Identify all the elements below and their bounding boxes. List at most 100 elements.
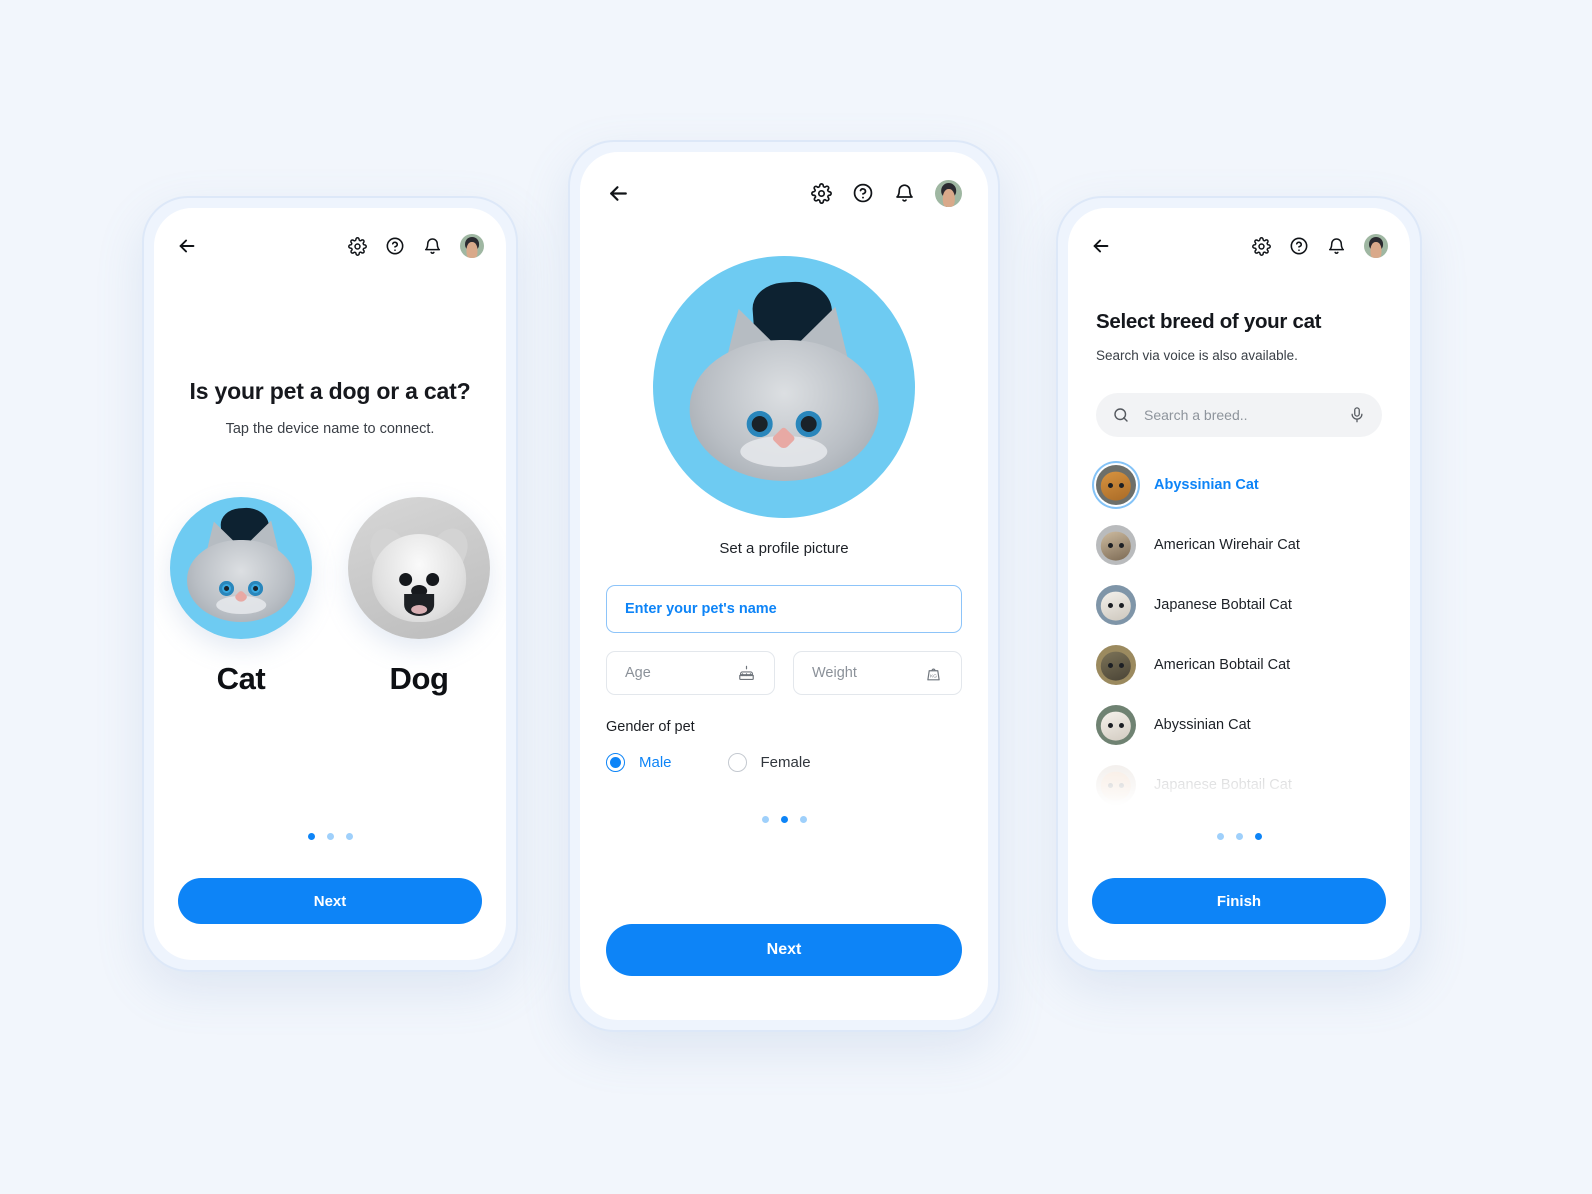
breed-list-item[interactable]: American Bobtail Cat: [1096, 635, 1382, 695]
gear-icon[interactable]: [348, 236, 367, 256]
dog-photo: [348, 497, 490, 639]
phone-screen-2: Set a profile picture KG: [568, 140, 1000, 1032]
screen-1-content: Is your pet a dog or a cat? Tap the devi…: [154, 208, 506, 960]
cat-photo[interactable]: [653, 256, 915, 518]
profile-picture-caption: Set a profile picture: [719, 540, 849, 557]
weight-input[interactable]: [812, 665, 916, 681]
question-circle-icon[interactable]: [385, 236, 405, 256]
screen-3-body: Select breed of your cat Search via voic…: [1068, 310, 1410, 815]
breed-name: Abyssinian Cat: [1154, 717, 1251, 733]
pet-option-label: Dog: [389, 661, 449, 696]
breed-name: Abyssinian Cat: [1154, 477, 1259, 493]
phone-screen-3: Select breed of your cat Search via voic…: [1056, 196, 1422, 972]
pagination-dot[interactable]: [307, 833, 315, 840]
screen-2-topbar-actions: [811, 179, 962, 207]
pagination-dot[interactable]: [761, 816, 769, 823]
pagination-dot[interactable]: [326, 833, 334, 840]
breed-name: American Wirehair Cat: [1154, 537, 1300, 553]
breed-thumbnail-icon: [1096, 525, 1136, 565]
screen-2-topbar: [580, 152, 988, 234]
pet-name-field[interactable]: [606, 585, 962, 633]
profile-picture-wrap: [606, 256, 962, 518]
back-icon[interactable]: [606, 181, 631, 206]
pagination-dots: [1092, 833, 1386, 840]
breed-list-item[interactable]: American Wirehair Cat: [1096, 515, 1382, 575]
pagination-dots: [606, 816, 962, 823]
weight-kg-icon: KG: [924, 664, 943, 683]
avatar[interactable]: [460, 234, 484, 258]
screen-3-footer: Finish: [1068, 833, 1410, 960]
pet-option-dog[interactable]: Dog: [348, 497, 490, 697]
age-input[interactable]: [625, 665, 729, 681]
gender-option-male[interactable]: Male: [606, 753, 672, 772]
pagination-dot[interactable]: [345, 833, 353, 840]
pagination-dot[interactable]: [799, 816, 807, 823]
gear-icon[interactable]: [1252, 236, 1271, 256]
screen-1-topbar: [154, 208, 506, 284]
pet-option-label: Cat: [216, 661, 266, 696]
phone-screen-1: Is your pet a dog or a cat? Tap the devi…: [142, 196, 518, 972]
gender-label: Gender of pet: [606, 719, 695, 735]
screen-1-body: Is your pet a dog or a cat? Tap the devi…: [154, 378, 506, 697]
search-icon: [1112, 406, 1130, 424]
search-breed-bar[interactable]: [1096, 393, 1382, 437]
breed-thumbnail-icon: [1096, 585, 1136, 625]
breed-list-item[interactable]: Japanese Bobtail Cat: [1096, 575, 1382, 635]
screen-3-topbar: [1068, 208, 1410, 284]
pet-option-cat[interactable]: Cat: [170, 497, 312, 697]
question-circle-icon[interactable]: [1289, 236, 1309, 256]
pagination-dot[interactable]: [1254, 833, 1262, 840]
breed-list-item[interactable]: Japanese Bobtail Cat: [1096, 755, 1382, 815]
page-title: Select breed of your cat: [1096, 310, 1322, 333]
breed-list-item[interactable]: Abyssinian Cat: [1096, 455, 1382, 515]
breed-list-item[interactable]: Abyssinian Cat: [1096, 695, 1382, 755]
radio-female[interactable]: [727, 753, 747, 772]
screen-2-footer: Next: [580, 924, 988, 1020]
radio-male[interactable]: [606, 753, 625, 772]
age-field[interactable]: [606, 651, 775, 695]
finish-button[interactable]: Finish: [1092, 878, 1386, 924]
screen-2-content: Set a profile picture KG: [580, 152, 988, 1020]
pagination-dot[interactable]: [1235, 833, 1243, 840]
breed-name: Japanese Bobtail Cat: [1154, 777, 1292, 793]
gender-option-female[interactable]: Female: [727, 753, 811, 772]
breed-thumbnail-icon: [1096, 765, 1136, 805]
svg-text:KG: KG: [930, 673, 937, 679]
gender-option-label: Female: [760, 754, 811, 771]
pagination-dots: [178, 833, 482, 840]
screen-1-footer: Next: [154, 833, 506, 960]
breed-list: Abyssinian Cat American Wirehair Cat Jap…: [1096, 455, 1382, 815]
bell-icon[interactable]: [1327, 237, 1346, 256]
avatar[interactable]: [935, 179, 962, 207]
page-title: Is your pet a dog or a cat?: [189, 378, 471, 404]
bell-icon[interactable]: [423, 237, 442, 256]
weight-field[interactable]: KG: [793, 651, 962, 695]
avatar[interactable]: [1364, 234, 1388, 258]
back-icon[interactable]: [176, 235, 198, 257]
gear-icon[interactable]: [811, 182, 832, 204]
gender-option-label: Male: [639, 754, 672, 771]
age-weight-row: KG: [606, 651, 962, 695]
next-button[interactable]: Next: [178, 878, 482, 924]
next-button[interactable]: Next: [606, 924, 962, 976]
pagination-dot[interactable]: [780, 816, 788, 823]
microphone-icon[interactable]: [1348, 406, 1366, 424]
pet-name-input[interactable]: [625, 601, 943, 617]
cat-photo: [170, 497, 312, 639]
page-subtitle: Tap the device name to connect.: [225, 421, 435, 437]
breed-thumbnail-icon: [1096, 645, 1136, 685]
breed-thumbnail-icon: [1096, 705, 1136, 745]
search-input[interactable]: [1144, 407, 1334, 423]
page-subtitle: Search via voice is also available.: [1096, 348, 1298, 363]
screen-1-topbar-actions: [348, 234, 484, 258]
breed-name: Japanese Bobtail Cat: [1154, 597, 1292, 613]
screen-3-topbar-actions: [1252, 234, 1388, 258]
question-circle-icon[interactable]: [852, 182, 874, 204]
pagination-dot[interactable]: [1216, 833, 1224, 840]
screen-2-body: Set a profile picture KG: [580, 256, 988, 823]
screens-stage: Is your pet a dog or a cat? Tap the devi…: [0, 0, 1592, 1194]
back-icon[interactable]: [1090, 235, 1112, 257]
pet-type-options: Cat Dog: [170, 497, 490, 697]
bell-icon[interactable]: [894, 183, 915, 204]
breed-name: American Bobtail Cat: [1154, 657, 1291, 673]
